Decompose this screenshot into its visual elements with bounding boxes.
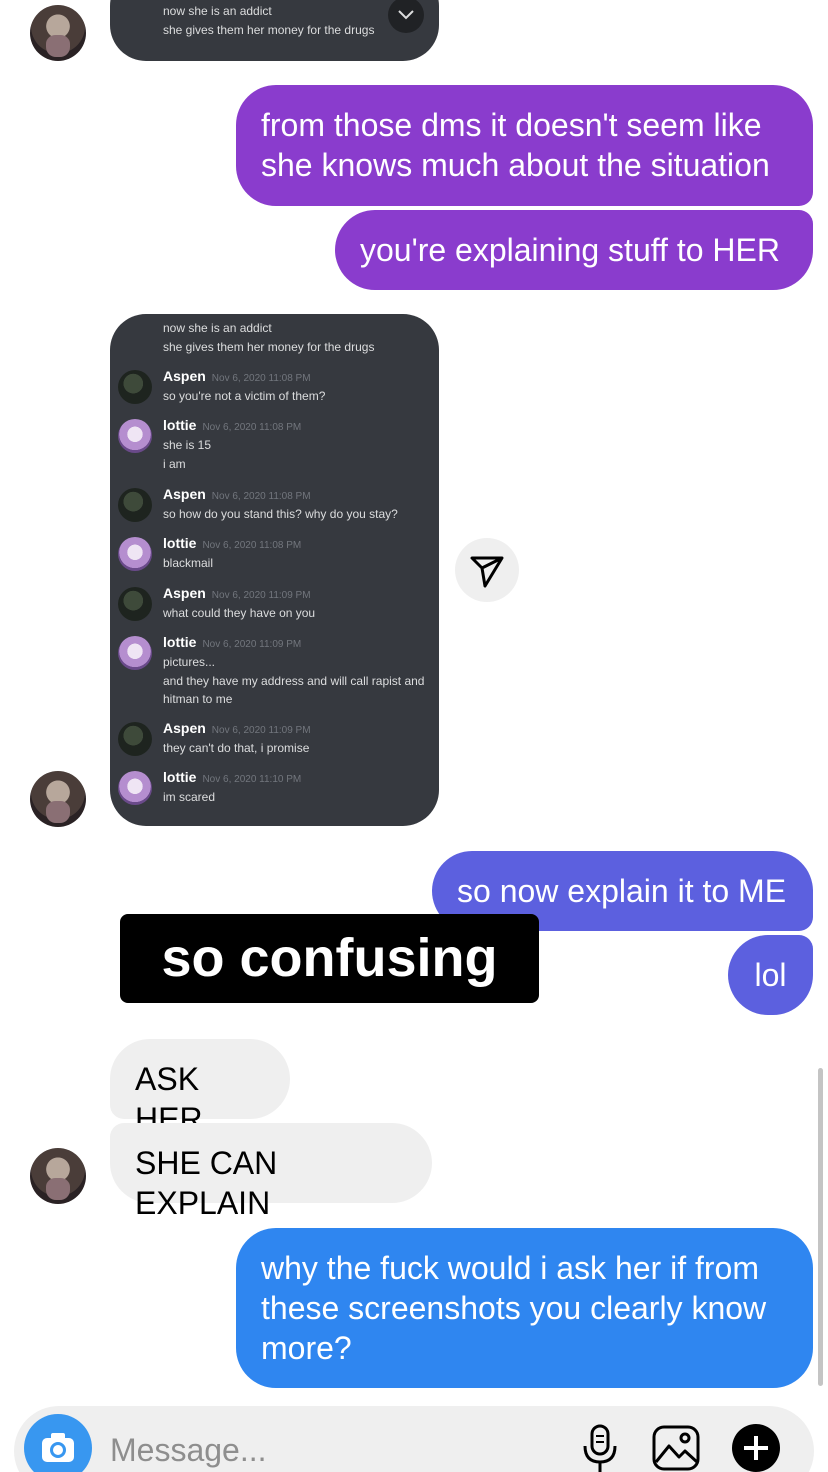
chevron-down-button[interactable] [388, 0, 424, 33]
message-line: lol [754, 957, 787, 993]
message-line: more? [261, 1330, 352, 1366]
timestamp: Nov 6, 2020 11:08 PM [211, 373, 311, 384]
contact-avatar[interactable] [30, 1148, 86, 1204]
voice-button[interactable] [578, 1424, 622, 1472]
screenshot-line: now she is an addict [163, 321, 272, 335]
message-text: she is 15 [163, 438, 212, 452]
avatar [118, 636, 152, 670]
plus-icon [732, 1424, 780, 1472]
message-line: these screenshots you clearly know [261, 1290, 767, 1326]
contact-avatar[interactable] [30, 5, 86, 61]
message-input[interactable] [110, 1428, 560, 1472]
shared-screenshot[interactable]: now she is an addict she gives them her … [110, 314, 439, 826]
author-name: Aspen [163, 486, 206, 502]
message-line: she knows much about the situation [261, 147, 770, 183]
message-line: so now explain it to ME [457, 873, 787, 909]
message-line: you're explaining stuff to HER [360, 232, 780, 268]
author-name: lottie [163, 535, 197, 551]
timestamp: Nov 6, 2020 11:08 PM [202, 540, 302, 551]
message-text: what could they have on you [163, 606, 316, 620]
gallery-icon [652, 1425, 700, 1471]
contact-avatar[interactable] [30, 771, 86, 827]
screenshot-line: now she is an addict [163, 4, 272, 18]
message-text: i am [163, 457, 186, 471]
sent-message[interactable]: why the fuck would i ask her if from the… [236, 1228, 813, 1388]
avatar [118, 370, 152, 404]
message-text: pictures... [163, 655, 216, 669]
timestamp: Nov 6, 2020 11:10 PM [202, 774, 302, 785]
message-text: im scared [163, 790, 216, 804]
message-text: so how do you stand this? why do you sta… [163, 507, 398, 521]
more-button[interactable] [731, 1423, 781, 1472]
timestamp: Nov 6, 2020 11:09 PM [202, 639, 302, 650]
send-icon [470, 556, 504, 588]
avatar [118, 587, 152, 621]
message-line: from those dms it doesn't seem like [261, 107, 762, 143]
message-text: blackmail [163, 556, 214, 570]
message-text: hitman to me [163, 692, 233, 706]
received-message[interactable]: ASK HER [110, 1039, 290, 1137]
screenshot-line: she gives them her money for the drugs [163, 340, 375, 354]
avatar [118, 537, 152, 571]
message-text: so you're not a victim of them? [163, 389, 326, 403]
message-text: they can't do that, i promise [163, 741, 310, 755]
message-line: SHE CAN EXPLAIN [135, 1145, 278, 1221]
avatar [118, 419, 152, 453]
author-name: Aspen [163, 720, 206, 736]
sent-message[interactable]: from those dms it doesn't seem like she … [236, 85, 813, 206]
received-message[interactable]: SHE CAN EXPLAIN [110, 1123, 432, 1221]
chevron-down-icon [398, 10, 414, 20]
sent-message[interactable]: lol [728, 935, 813, 1015]
timestamp: Nov 6, 2020 11:09 PM [211, 725, 311, 736]
gallery-button[interactable] [651, 1424, 701, 1472]
camera-icon [42, 1433, 74, 1462]
screenshot-line: she gives them her money for the drugs [163, 23, 375, 37]
avatar [118, 488, 152, 522]
microphone-icon [583, 1424, 617, 1472]
author-name: lottie [163, 634, 197, 650]
author-name: Aspen [163, 585, 206, 601]
message-line: why the fuck would i ask her if from [261, 1250, 759, 1286]
sent-message[interactable]: you're explaining stuff to HER [335, 210, 813, 290]
author-name: Aspen [163, 368, 206, 384]
author-name: lottie [163, 769, 197, 785]
timestamp: Nov 6, 2020 11:08 PM [202, 422, 302, 433]
caption-overlay: so confusing [120, 914, 539, 1003]
author-name: lottie [163, 417, 197, 433]
scrollbar[interactable] [818, 1068, 823, 1386]
share-button[interactable] [455, 538, 519, 602]
camera-button[interactable] [24, 1414, 92, 1472]
message-text: and they have my address and will call r… [163, 674, 425, 688]
shared-screenshot-top[interactable]: now she is an addict she gives them her … [110, 0, 439, 61]
timestamp: Nov 6, 2020 11:08 PM [211, 491, 311, 502]
timestamp: Nov 6, 2020 11:09 PM [211, 590, 311, 601]
avatar [118, 722, 152, 756]
avatar [118, 771, 152, 805]
